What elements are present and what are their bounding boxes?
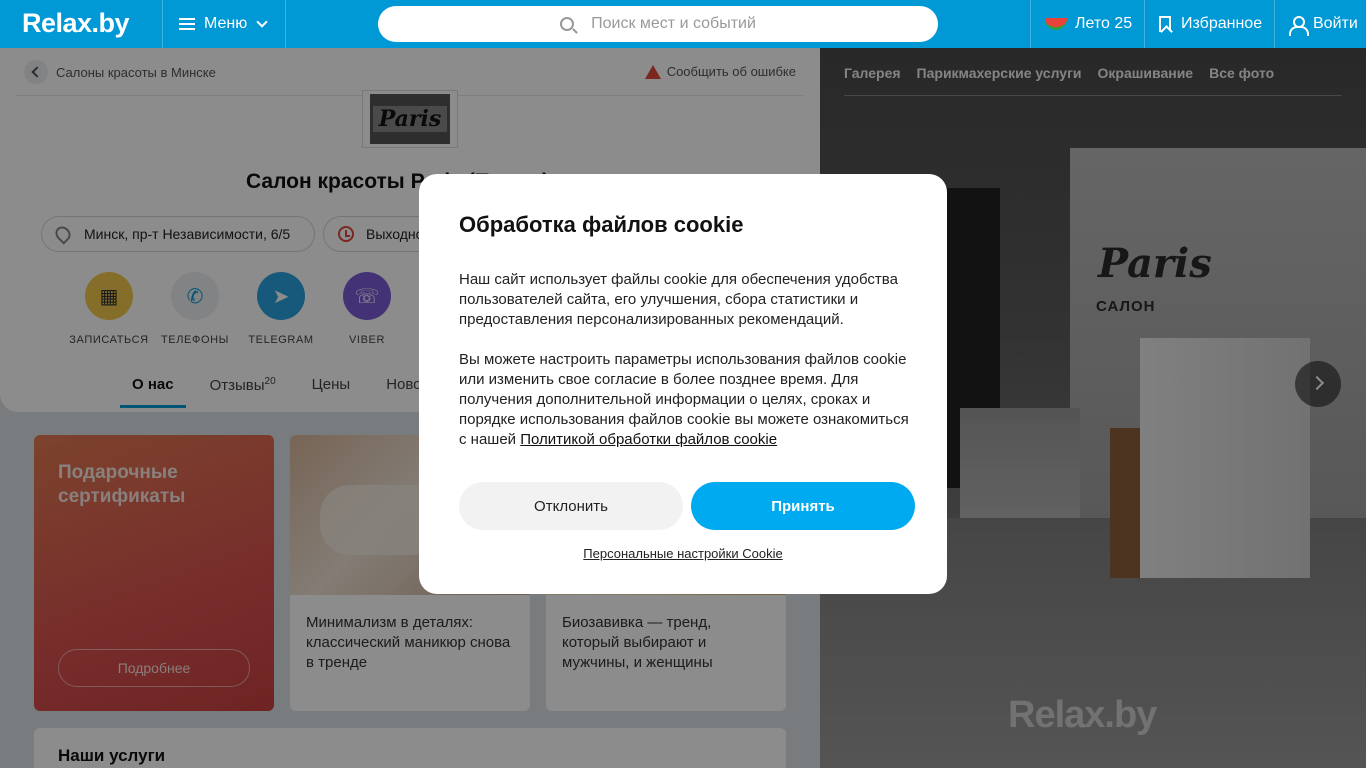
bookmark-icon bbox=[1159, 16, 1171, 32]
watermelon-icon bbox=[1045, 18, 1067, 30]
summer-link[interactable]: Лето 25 bbox=[1030, 0, 1144, 48]
menu-label: Меню bbox=[204, 15, 248, 32]
search-placeholder: Поиск мест и событий bbox=[591, 15, 756, 32]
menu-button[interactable]: Меню bbox=[162, 0, 286, 48]
cookie-dialog: Обработка файлов cookie Наш сайт использ… bbox=[419, 174, 947, 594]
login-link[interactable]: Войти bbox=[1274, 0, 1366, 48]
summer-label: Лето 25 bbox=[1075, 15, 1133, 32]
favorites-label: Избранное bbox=[1181, 15, 1263, 32]
login-label: Войти bbox=[1313, 15, 1358, 32]
user-icon bbox=[1289, 16, 1309, 36]
cookie-title: Обработка файлов cookie bbox=[459, 212, 744, 237]
cookie-paragraph: Вы можете настроить параметры использова… bbox=[459, 351, 909, 448]
top-bar: Relax.by Меню Поиск мест и событий Лето … bbox=[0, 0, 1366, 48]
hamburger-icon bbox=[179, 18, 195, 30]
search-input[interactable]: Поиск мест и событий bbox=[378, 6, 938, 42]
cookie-text: Наш сайт использует файлы cookie для обе… bbox=[459, 270, 914, 450]
favorites-link[interactable]: Избранное bbox=[1144, 0, 1274, 48]
site-logo[interactable]: Relax.by bbox=[22, 8, 130, 39]
chevron-down-icon bbox=[256, 16, 268, 28]
cookie-settings-link[interactable]: Персональные настройки Cookie bbox=[419, 546, 947, 561]
cookie-paragraph: Наш сайт использует файлы cookie для обе… bbox=[459, 271, 898, 328]
search-icon bbox=[560, 17, 575, 31]
accept-button[interactable]: Принять bbox=[691, 482, 915, 530]
decline-button[interactable]: Отклонить bbox=[459, 482, 683, 530]
cookie-policy-link[interactable]: Политикой обработки файлов cookie bbox=[520, 431, 777, 448]
